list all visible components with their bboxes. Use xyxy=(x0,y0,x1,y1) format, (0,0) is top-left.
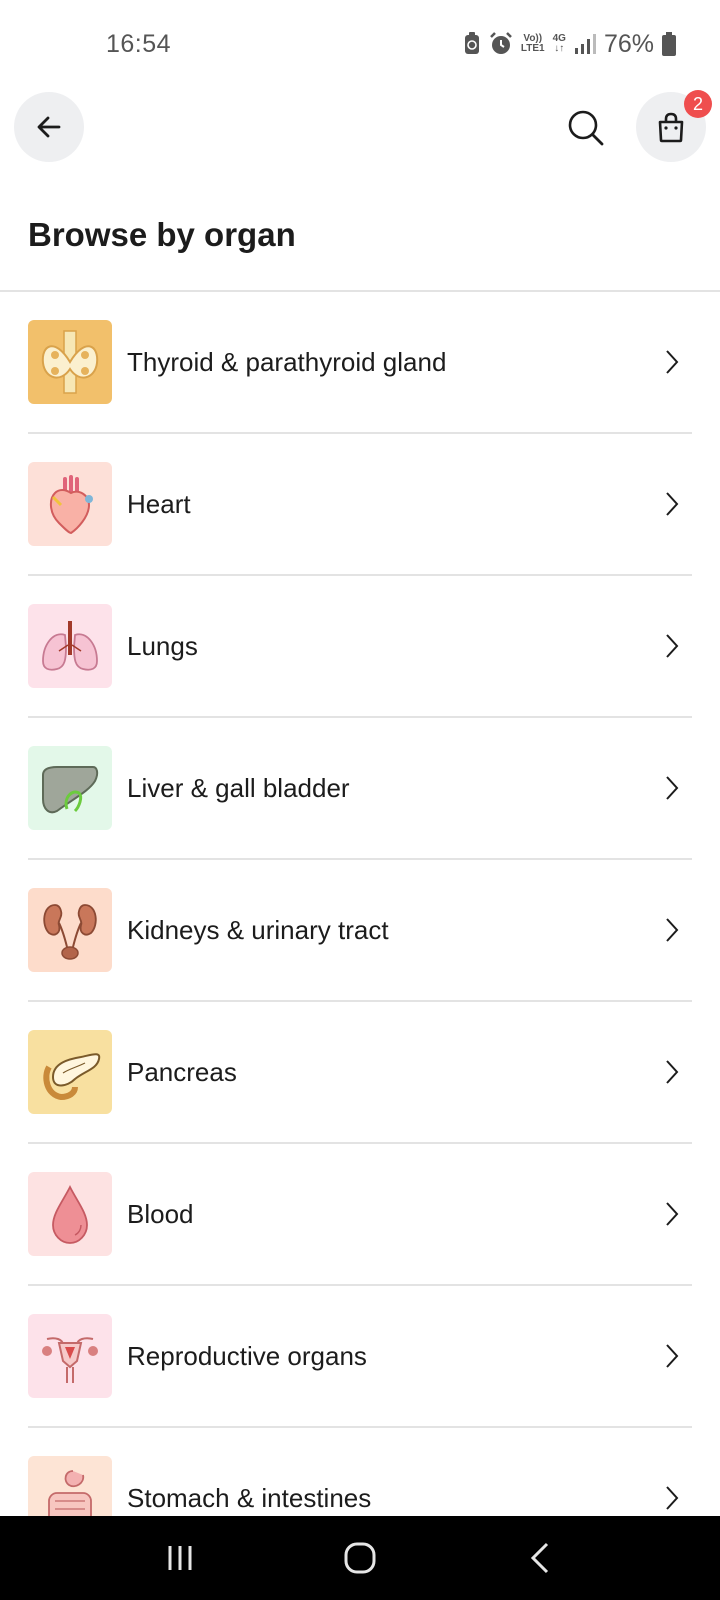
chevron-right-icon xyxy=(660,633,684,659)
recent-apps-icon xyxy=(168,1546,192,1570)
blood-drop-icon xyxy=(28,1172,112,1256)
home-icon xyxy=(344,1542,376,1574)
organ-label: Lungs xyxy=(127,630,198,661)
kidneys-icon xyxy=(28,888,112,972)
thyroid-icon xyxy=(28,320,112,404)
alarm-icon xyxy=(490,32,512,54)
status-bar: 16:54 Vo)) LTE1 4G ↓↑ 76% xyxy=(0,0,720,88)
organ-item-thyroid[interactable]: Thyroid & parathyroid gland xyxy=(28,292,692,434)
liver-icon xyxy=(28,746,112,830)
organ-label: Pancreas xyxy=(127,1056,237,1087)
organ-item-lungs[interactable]: Lungs xyxy=(28,576,692,718)
chevron-right-icon xyxy=(660,349,684,375)
chevron-right-icon xyxy=(660,491,684,517)
organ-item-reproductive[interactable]: Reproductive organs xyxy=(28,1286,692,1428)
volte-indicator: Vo)) LTE1 xyxy=(521,34,545,54)
data-arrows-icon: ↓↑ xyxy=(554,43,565,54)
organ-label: Stomach & intestines xyxy=(127,1482,372,1513)
lungs-icon xyxy=(28,604,112,688)
uterus-icon xyxy=(28,1314,112,1398)
organ-label: Thyroid & parathyroid gland xyxy=(127,346,447,377)
shopping-bag-icon xyxy=(658,112,684,143)
chevron-right-icon xyxy=(660,917,684,943)
battery-icon xyxy=(662,32,676,56)
volte-bottom-text: LTE1 xyxy=(520,43,545,54)
screen: 16:54 Vo)) LTE1 4G ↓↑ 76% 2 Browse by or… xyxy=(0,0,720,1600)
home-button[interactable] xyxy=(330,1528,390,1588)
organ-list: Thyroid & parathyroid gland Heart Lungs … xyxy=(0,292,720,1570)
organ-label: Liver & gall bladder xyxy=(127,772,350,803)
chevron-right-icon xyxy=(660,1059,684,1085)
organ-item-liver[interactable]: Liver & gall bladder xyxy=(28,718,692,860)
status-time: 16:54 xyxy=(106,29,172,58)
system-back-button[interactable] xyxy=(510,1528,570,1588)
chevron-right-icon xyxy=(660,1485,684,1511)
battery-saver-icon xyxy=(464,32,479,54)
search-button[interactable] xyxy=(562,104,610,152)
organ-label: Blood xyxy=(127,1198,194,1229)
organ-label: Reproductive organs xyxy=(127,1340,367,1371)
signal-icon xyxy=(574,34,596,54)
organ-label: Heart xyxy=(127,488,191,519)
organ-item-blood[interactable]: Blood xyxy=(28,1144,692,1286)
pancreas-icon xyxy=(28,1030,112,1114)
chevron-right-icon xyxy=(660,775,684,801)
search-icon xyxy=(568,110,604,146)
page-title: Browse by organ xyxy=(28,216,296,253)
chevron-left-icon xyxy=(530,1542,549,1574)
recent-apps-button[interactable] xyxy=(150,1528,210,1588)
cart-count-badge: 2 xyxy=(684,90,712,118)
chevron-right-icon xyxy=(660,1201,684,1227)
data-indicator: 4G ↓↑ xyxy=(553,34,566,54)
battery-percent: 76% xyxy=(603,29,654,58)
back-button[interactable] xyxy=(14,92,84,162)
chevron-right-icon xyxy=(660,1343,684,1369)
system-nav-bar xyxy=(0,1516,720,1600)
status-icons: Vo)) LTE1 4G ↓↑ 76% xyxy=(463,30,676,59)
heart-organ-icon xyxy=(28,462,112,546)
organ-item-heart[interactable]: Heart xyxy=(28,434,692,576)
organ-item-kidneys[interactable]: Kidneys & urinary tract xyxy=(28,860,692,1002)
top-app-bar: 2 xyxy=(0,90,720,162)
arrow-left-icon xyxy=(37,116,61,138)
organ-label: Kidneys & urinary tract xyxy=(127,914,389,945)
organ-item-pancreas[interactable]: Pancreas xyxy=(28,1002,692,1144)
